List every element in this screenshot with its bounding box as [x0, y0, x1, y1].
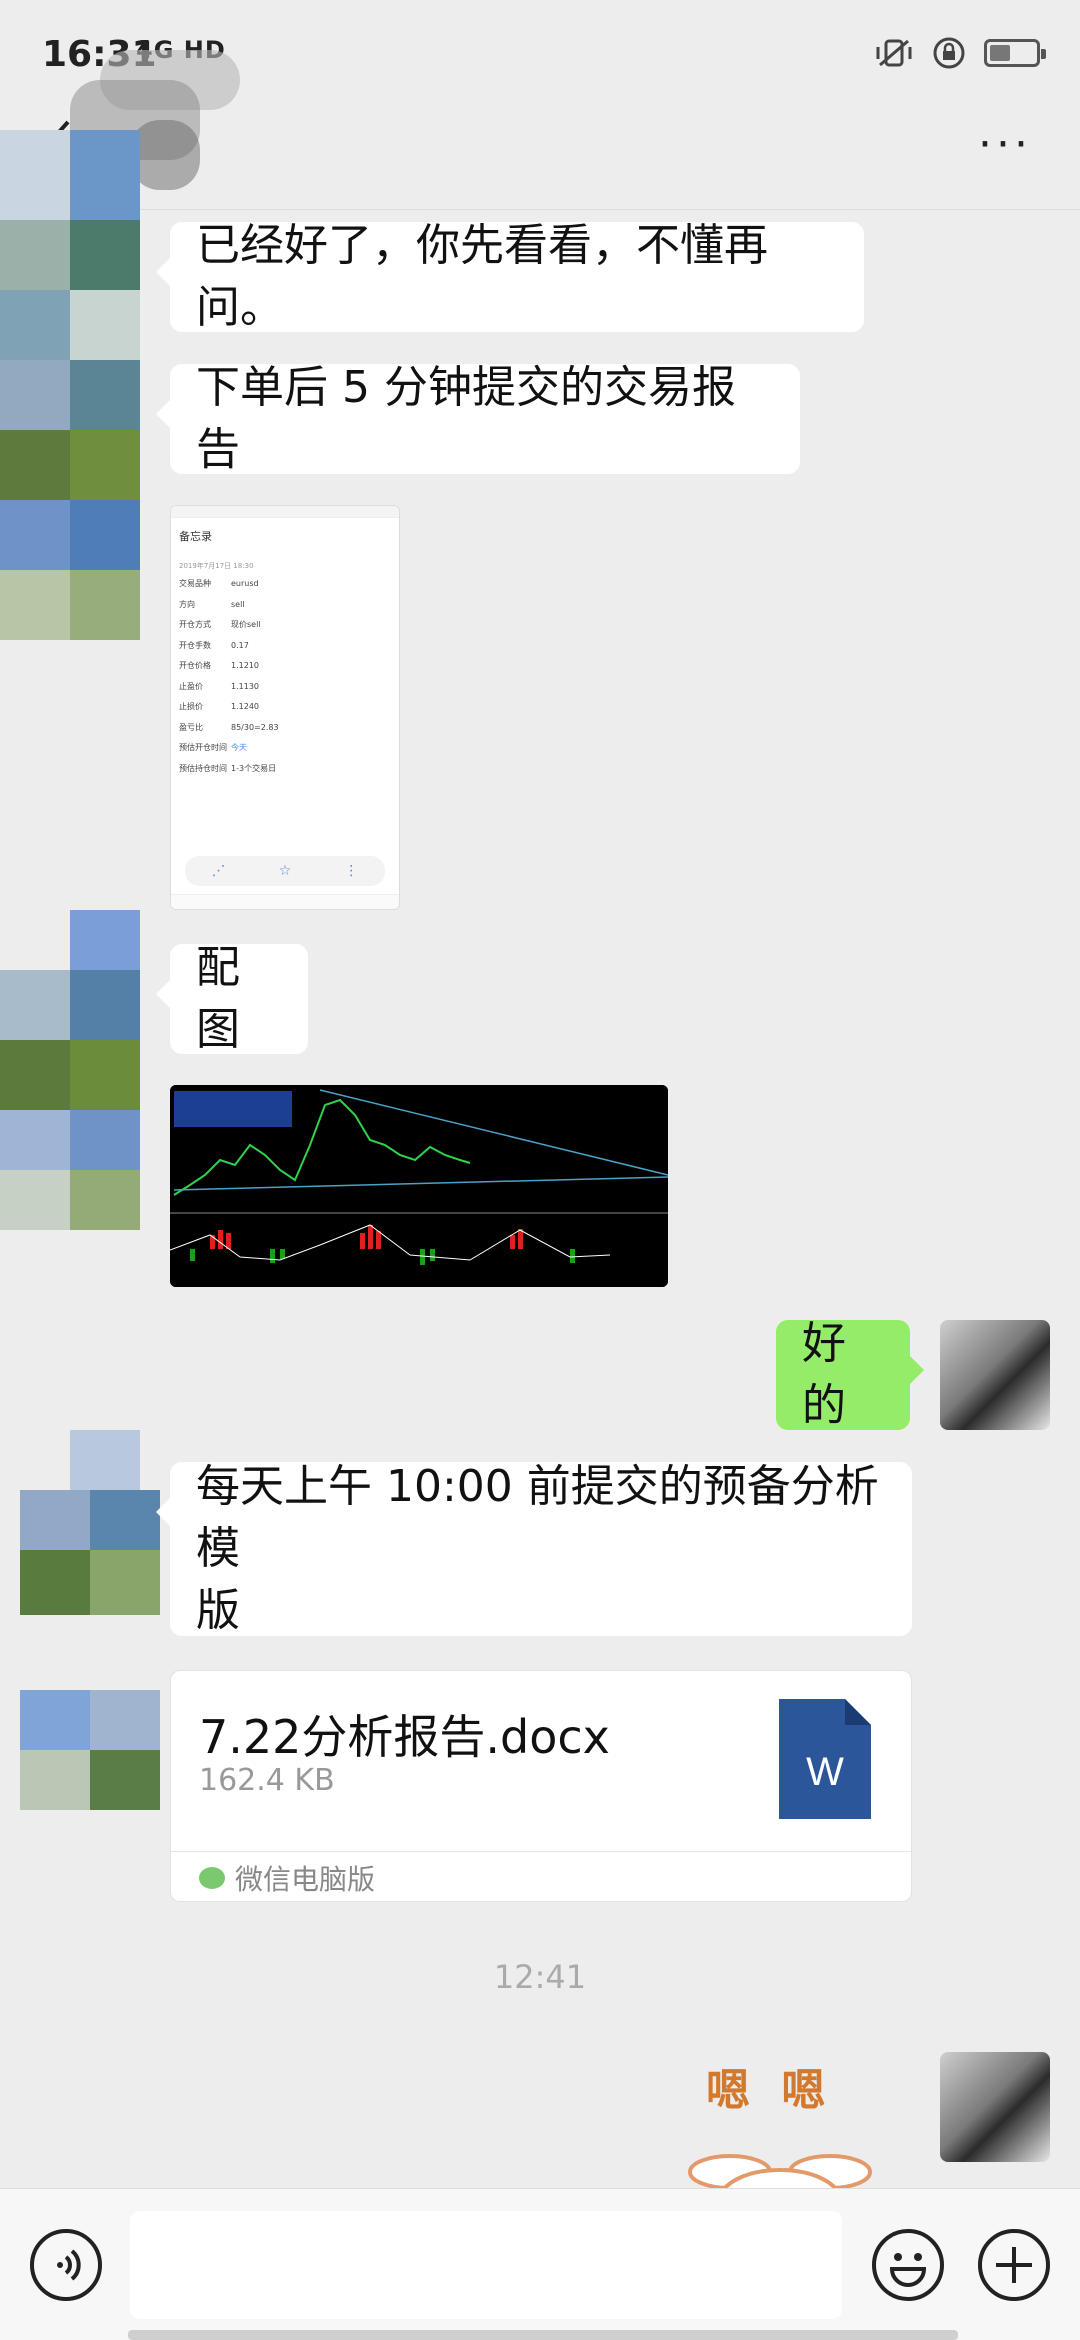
contact-avatar[interactable] — [0, 130, 160, 650]
trading-chart-image[interactable] — [170, 1085, 668, 1287]
thumb-field-row: 盈亏比 85/30=2.83 — [179, 722, 279, 733]
bunny-sticker-icon — [688, 2154, 872, 2188]
plus-icon — [996, 2247, 1032, 2283]
thumb-field-key: 开仓手数 — [179, 640, 211, 650]
thumb-field-value: 85/30=2.83 — [231, 722, 279, 732]
file-name: 7.22分析报告.docx — [199, 1710, 610, 1764]
message-timestamp: 12:41 — [493, 1958, 587, 1996]
thumb-field-key: 止盈价 — [179, 681, 203, 691]
my-avatar[interactable] — [940, 1320, 1050, 1430]
status-icons — [874, 36, 1046, 70]
thumb-field-key: 预估开仓时间 — [179, 743, 227, 752]
smiley-icon — [889, 2253, 927, 2287]
emoji-button[interactable] — [872, 2229, 944, 2301]
sticker-message[interactable]: 嗯 嗯 — [660, 2040, 900, 2188]
message-bubble[interactable]: 下单后 5 分钟提交的交易报告 — [156, 362, 800, 475]
file-source-label: 微信电脑版 — [235, 1862, 376, 1896]
contact-avatar[interactable] — [20, 1690, 160, 1820]
message-text: 已经好了，你先看看，不懂再问。 — [196, 220, 768, 333]
thumb-field-row: 开仓方式 现价sell — [179, 619, 261, 630]
battery-icon — [984, 39, 1046, 67]
thumb-field-key: 盈亏比 — [179, 722, 203, 732]
thumb-field-row: 止损价 1.1240 — [179, 701, 259, 712]
message-text-line: 版 — [196, 1585, 240, 1636]
thumb-field-value: 现价sell — [231, 620, 261, 629]
word-document-icon: W — [779, 1699, 871, 1819]
input-bar — [0, 2188, 1080, 2340]
thumb-field-row: 方向 sell — [179, 599, 245, 610]
file-source: 微信电脑版 — [171, 1851, 911, 1903]
more-functions-button[interactable] — [978, 2229, 1050, 2301]
thumb-field-key: 交易品种 — [179, 579, 211, 588]
thumb-field-row: 开仓手数 0.17 — [179, 640, 249, 651]
system-nav-bar — [128, 2330, 958, 2340]
contact-avatar[interactable] — [20, 1430, 160, 1630]
thumb-field-row: 止盈价 1.1130 — [179, 681, 259, 692]
message-text-line: 每天上午 10:00 前提交的预备分析模 — [196, 1461, 879, 1574]
more-icon: ⋮ — [344, 863, 359, 879]
thumb-title: 备忘录 — [179, 530, 212, 543]
file-message-card[interactable]: 7.22分析报告.docx 162.4 KB W 微信电脑版 — [170, 1670, 912, 1902]
message-text: 好的 — [802, 1318, 846, 1431]
thumb-field-value: 1.1130 — [231, 681, 259, 691]
contact-avatar[interactable] — [0, 910, 150, 1240]
thumb-field-key: 预估持仓时间 — [179, 763, 227, 773]
more-options-icon[interactable]: ··· — [978, 123, 1032, 167]
vibrate-icon — [876, 39, 912, 67]
message-bubble-mine[interactable]: 好的 — [776, 1318, 924, 1431]
voice-input-button[interactable] — [30, 2229, 102, 2301]
share-icon: ⋰ — [211, 863, 226, 879]
thumb-date: 2019年7月17日 18:30 — [179, 562, 254, 570]
thumb-field-key: 开仓方式 — [179, 620, 211, 629]
thumb-field-key: 止损价 — [179, 702, 203, 711]
thumb-field-row: 交易品种 eurusd — [179, 578, 259, 589]
file-size: 162.4 KB — [199, 1763, 335, 1798]
thumb-field-row: 开仓价格 1.1210 — [179, 660, 259, 671]
thumb-field-key: 开仓价格 — [179, 661, 211, 670]
thumb-field-row: 预估持仓时间 1-3个交易日 — [179, 763, 276, 774]
svg-text:W: W — [806, 1750, 844, 1794]
thumb-field-value: sell — [231, 599, 245, 609]
message-bubble[interactable]: 配图 — [156, 942, 308, 1055]
rotation-lock-icon — [933, 37, 965, 69]
wechat-pc-icon — [199, 1866, 225, 1889]
thumb-field-value: eurusd — [231, 579, 259, 588]
message-bubble[interactable]: 已经好了，你先看看，不懂再问。 — [156, 220, 864, 333]
thumb-field-value: 0.17 — [231, 640, 249, 650]
thumb-field-key: 方向 — [179, 599, 195, 609]
my-avatar[interactable] — [940, 2052, 1050, 2162]
message-input[interactable] — [130, 2211, 842, 2319]
message-text: 配图 — [196, 942, 240, 1055]
chart-graphic — [170, 1085, 668, 1287]
thumb-field-row: 预估开仓时间 今天 — [179, 742, 247, 753]
thumb-field-value: 1.1210 — [231, 661, 259, 670]
thumb-field-value: 1-3个交易日 — [231, 763, 277, 773]
thumb-field-value: 1.1240 — [231, 702, 259, 711]
star-icon: ☆ — [278, 863, 292, 879]
message-bubble[interactable]: 每天上午 10:00 前提交的预备分析模 版 — [156, 1461, 912, 1636]
chat-screen: 16:31 4G HD ··· 已经好了，你先看看，不懂再问。 — [0, 0, 1080, 2340]
thumb-field-value: 今天 — [231, 743, 247, 752]
memo-screenshot-image[interactable]: 备忘录 2019年7月17日 18:30 交易品种 eurusd 方向 sell 开仓方… — [170, 505, 400, 910]
message-text: 下单后 5 分钟提交的交易报告 — [196, 362, 736, 475]
voice-icon — [57, 2249, 81, 2281]
thumb-action-bar: ⋰ ☆ ⋮ — [185, 856, 385, 886]
